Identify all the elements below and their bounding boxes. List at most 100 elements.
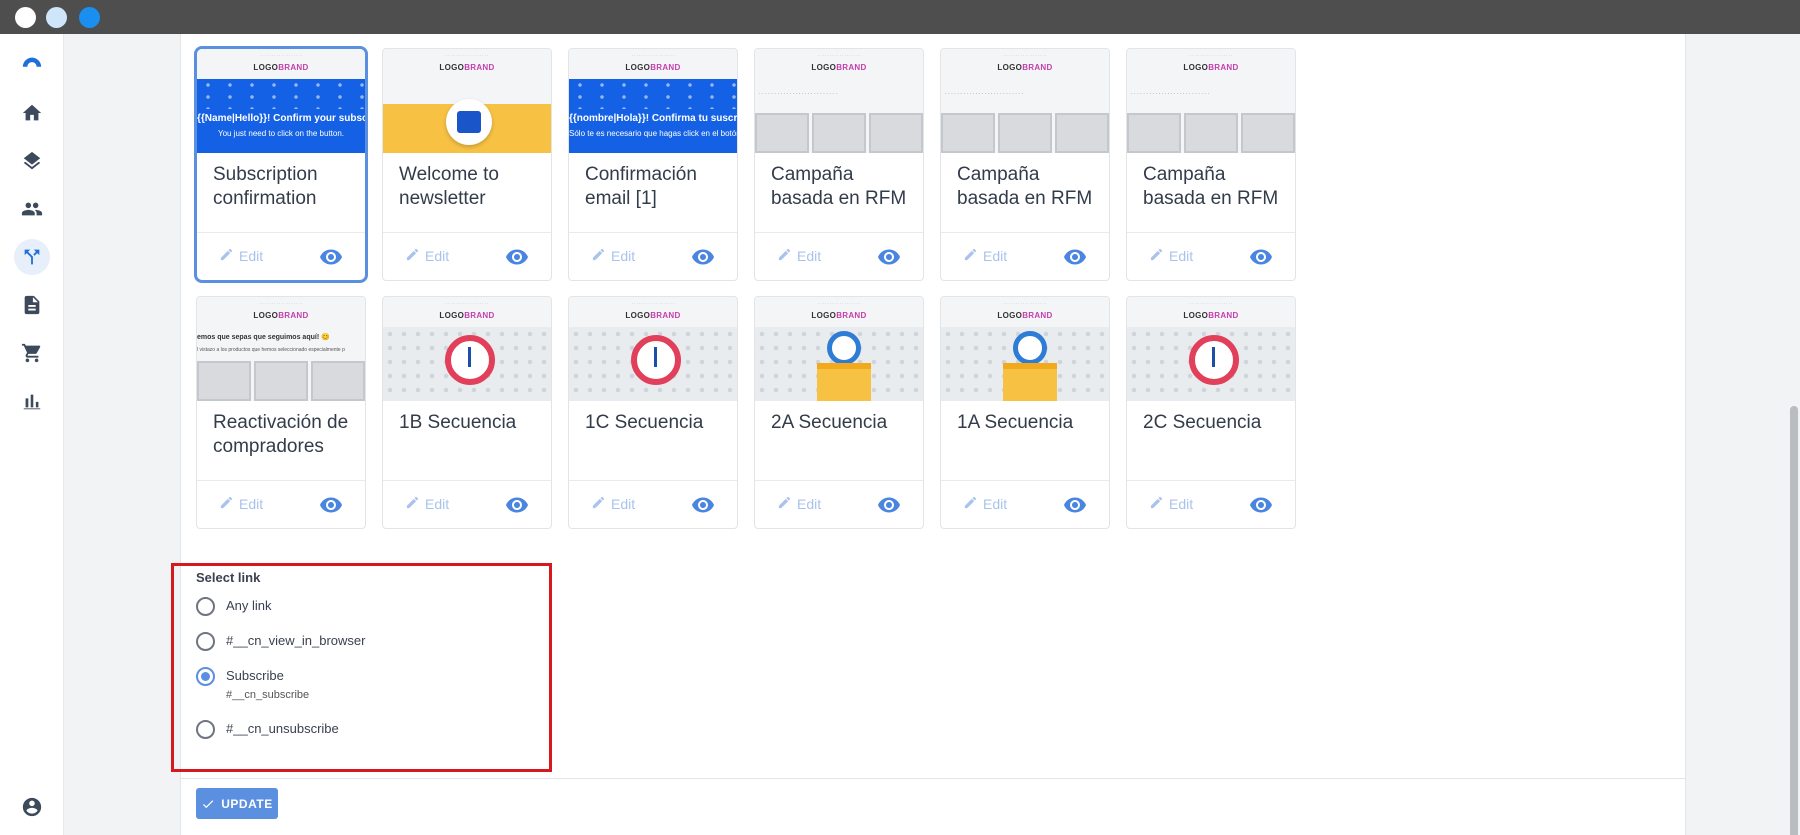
template-card[interactable]: · · · · · · · · · · · · · · · · · · LOGOB…: [194, 46, 368, 283]
window-close-button[interactable]: [15, 7, 36, 28]
reports-icon[interactable]: [14, 383, 50, 419]
cart-icon[interactable]: [14, 335, 50, 371]
template-card[interactable]: · · · · · · · · · · · · · · · · · · LOGOB…: [196, 296, 366, 529]
pencil-icon: [1149, 495, 1164, 513]
template-thumbnail: · · · · · · · · · · · · · · · · · · LOGOB…: [941, 297, 1109, 401]
card-actions: Edit: [569, 480, 737, 528]
radio-label: #__cn_view_in_browser: [226, 633, 366, 648]
preview-eye-icon[interactable]: [1249, 493, 1273, 517]
preview-eye-icon[interactable]: [877, 245, 901, 269]
radio-option-view-in-browser[interactable]: #__cn_view_in_browser: [196, 632, 365, 651]
preview-eye-icon[interactable]: [319, 245, 343, 269]
edit-button[interactable]: Edit: [591, 247, 635, 265]
stopwatch-icon: [827, 331, 861, 365]
layers-icon[interactable]: [14, 143, 50, 179]
template-card[interactable]: · · · · · · · · · · · · · · · · · · LOGOB…: [754, 296, 924, 529]
window-minimize-button[interactable]: [46, 7, 67, 28]
edit-button[interactable]: Edit: [777, 247, 821, 265]
thumb-pretext: · · · · · · · · · · · · · · · · · ·: [1189, 53, 1233, 58]
radio-button[interactable]: [196, 632, 215, 651]
thumb-pretext: · · · · · · · · · · · · · · · · · ·: [259, 53, 303, 58]
pencil-icon: [963, 495, 978, 513]
template-card[interactable]: · · · · · · · · · · · · · · · · · · LOGOB…: [568, 48, 738, 281]
document-icon[interactable]: [14, 287, 50, 323]
account-icon[interactable]: [14, 789, 50, 825]
radio-button[interactable]: [196, 720, 215, 739]
preview-eye-icon[interactable]: [319, 493, 343, 517]
thumb-pretext: · · · · · · · · · · · · · · · · · ·: [445, 301, 489, 306]
edit-button[interactable]: Edit: [405, 247, 449, 265]
thumb-pretext: · · · · · · · · · · · · · · · · · ·: [631, 301, 675, 306]
template-thumbnail: · · · · · · · · · · · · · · · · · · LOGOB…: [1127, 49, 1295, 153]
edit-label: Edit: [611, 496, 636, 512]
template-title: Campaña basada en RFM: [957, 164, 1093, 209]
logo-icon[interactable]: [14, 46, 50, 82]
preview-eye-icon[interactable]: [691, 245, 715, 269]
thumb-logo: LOGOBRAND: [997, 311, 1053, 320]
thumb-pretext: · · · · · · · · · · · · · · · · · ·: [817, 53, 861, 58]
radio-option-any-link[interactable]: Any link: [196, 597, 272, 616]
thumb-items: [941, 113, 1109, 153]
edit-button[interactable]: Edit: [219, 247, 263, 265]
preview-eye-icon[interactable]: [505, 493, 529, 517]
window-maximize-button[interactable]: [79, 7, 100, 28]
thumb-logo: LOGOBRAND: [811, 311, 867, 320]
template-card[interactable]: · · · · · · · · · · · · · · · · · · LOGOB…: [382, 48, 552, 281]
template-card[interactable]: · · · · · · · · · · · · · · · · · · LOGOB…: [568, 296, 738, 529]
radio-button-checked[interactable]: [196, 667, 215, 686]
contacts-icon[interactable]: [14, 191, 50, 227]
update-button[interactable]: UPDATE: [196, 788, 278, 819]
pencil-icon: [219, 247, 234, 265]
card-actions: Edit: [197, 232, 365, 280]
edit-button[interactable]: Edit: [219, 495, 263, 513]
edit-button[interactable]: Edit: [963, 247, 1007, 265]
pencil-icon: [591, 495, 606, 513]
home-icon[interactable]: [14, 95, 50, 131]
template-title: Campaña basada en RFM: [771, 164, 907, 209]
edit-button[interactable]: Edit: [405, 495, 449, 513]
radio-label: Subscribe: [226, 668, 284, 683]
thumb-pretext: · · · · · · · · · · · · · · · · · ·: [445, 53, 489, 58]
scrollbar-thumb[interactable]: [1790, 406, 1798, 835]
template-card[interactable]: · · · · · · · · · · · · · · · · · · LOGOB…: [940, 48, 1110, 281]
radio-button[interactable]: [196, 597, 215, 616]
edit-button[interactable]: Edit: [777, 495, 821, 513]
edit-button[interactable]: Edit: [963, 495, 1007, 513]
edit-button[interactable]: Edit: [1149, 495, 1193, 513]
template-card[interactable]: · · · · · · · · · · · · · · · · · · LOGOB…: [754, 48, 924, 281]
scrollbar[interactable]: [1788, 34, 1800, 835]
template-thumbnail: · · · · · · · · · · · · · · · · · · LOGOB…: [755, 49, 923, 153]
pencil-icon: [963, 247, 978, 265]
thumb-items: [1127, 113, 1295, 153]
template-card[interactable]: · · · · · · · · · · · · · · · · · · LOGOB…: [382, 296, 552, 529]
template-title: Confirmación email [1]: [585, 164, 697, 209]
automation-icon[interactable]: [14, 239, 50, 275]
thumb-items: [755, 113, 923, 153]
pencil-icon: [591, 247, 606, 265]
edit-button[interactable]: Edit: [1149, 247, 1193, 265]
preview-eye-icon[interactable]: [1063, 245, 1087, 269]
thumb-items: [197, 361, 365, 401]
template-card[interactable]: · · · · · · · · · · · · · · · · · · LOGOB…: [940, 296, 1110, 529]
preview-eye-icon[interactable]: [1063, 493, 1087, 517]
preview-eye-icon[interactable]: [877, 493, 901, 517]
template-title: Welcome to newsletter: [399, 164, 499, 209]
template-card[interactable]: · · · · · · · · · · · · · · · · · · LOGOB…: [1126, 48, 1296, 281]
thumb-logo: LOGOBRAND: [1183, 311, 1239, 320]
pencil-icon: [777, 247, 792, 265]
template-card[interactable]: · · · · · · · · · · · · · · · · · · LOGOB…: [1126, 296, 1296, 529]
radio-option-subscribe[interactable]: Subscribe #__cn_subscribe: [196, 667, 309, 704]
preview-eye-icon[interactable]: [1249, 245, 1273, 269]
footer-divider: [180, 778, 1686, 779]
card-actions: Edit: [383, 480, 551, 528]
preview-eye-icon[interactable]: [505, 245, 529, 269]
edit-label: Edit: [983, 496, 1008, 512]
edit-label: Edit: [239, 496, 264, 512]
radio-option-unsubscribe[interactable]: #__cn_unsubscribe: [196, 720, 339, 739]
template-thumbnail: · · · · · · · · · · · · · · · · · · LOGOB…: [1127, 297, 1295, 401]
edit-label: Edit: [425, 248, 450, 264]
preview-eye-icon[interactable]: [691, 493, 715, 517]
thumb-subtext: Sólo te es necesario que hagas click en …: [569, 129, 737, 138]
edit-button[interactable]: Edit: [591, 495, 635, 513]
edit-label: Edit: [1169, 248, 1194, 264]
